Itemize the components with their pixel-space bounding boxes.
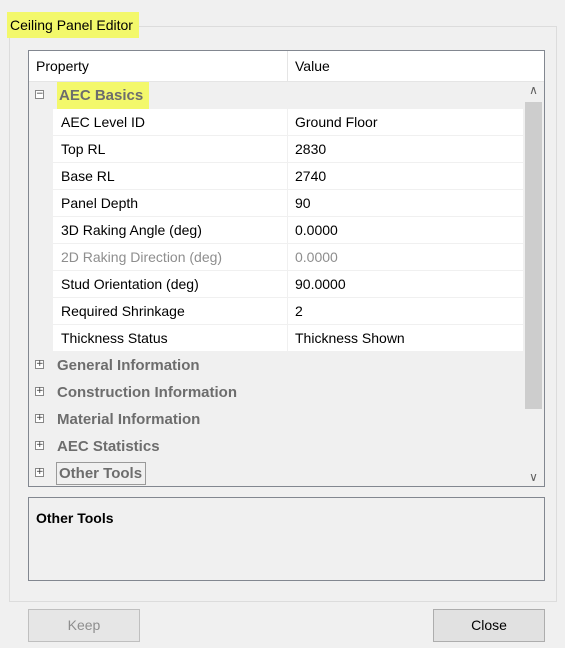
chevron-down-icon[interactable]: ∨	[523, 469, 544, 486]
property-value[interactable]: 90.0000	[288, 271, 523, 298]
category-label: AEC Basics	[57, 82, 150, 109]
expand-icon[interactable]: +	[35, 387, 44, 396]
property-name: AEC Level ID	[53, 109, 288, 136]
grid-rows: − AEC Basics AEC Level ID Ground Floor T…	[29, 82, 523, 486]
property-row[interactable]: Thickness Status Thickness Shown	[29, 325, 523, 352]
property-column-header[interactable]: Property	[29, 51, 288, 81]
property-value: 0.0000	[288, 244, 523, 271]
expand-icon[interactable]: +	[35, 414, 44, 423]
property-row[interactable]: AEC Level ID Ground Floor	[29, 109, 523, 136]
category-label: Other Tools	[56, 462, 147, 485]
property-row[interactable]: Panel Depth 90	[29, 190, 523, 217]
vertical-scrollbar[interactable]: ∧ ∨	[523, 82, 544, 486]
category-row-aec-basics[interactable]: − AEC Basics	[29, 82, 523, 109]
grid-header: Property Value	[29, 51, 544, 82]
group-title: Ceiling Panel Editor	[7, 12, 139, 38]
category-label: Construction Information	[57, 384, 237, 401]
value-column-header[interactable]: Value	[288, 51, 523, 81]
property-row[interactable]: Top RL 2830	[29, 136, 523, 163]
category-row-other-tools[interactable]: + Other Tools	[29, 460, 523, 486]
property-row[interactable]: Stud Orientation (deg) 90.0000	[29, 271, 523, 298]
property-name: 3D Raking Angle (deg)	[53, 217, 288, 244]
keep-button[interactable]: Keep	[28, 609, 140, 642]
category-row-aec-statistics[interactable]: + AEC Statistics	[29, 433, 523, 460]
property-value[interactable]: 90	[288, 190, 523, 217]
property-row[interactable]: Base RL 2740	[29, 163, 523, 190]
property-name: Stud Orientation (deg)	[53, 271, 288, 298]
property-name: Top RL	[53, 136, 288, 163]
property-value[interactable]: Thickness Shown	[288, 325, 523, 352]
property-name: Base RL	[53, 163, 288, 190]
close-button[interactable]: Close	[433, 609, 545, 642]
category-label: Material Information	[57, 411, 201, 428]
property-name: Panel Depth	[53, 190, 288, 217]
expand-icon[interactable]: +	[35, 360, 44, 369]
property-name: Required Shrinkage	[53, 298, 288, 325]
category-row-general-information[interactable]: + General Information	[29, 352, 523, 379]
property-value[interactable]: Ground Floor	[288, 109, 523, 136]
property-value[interactable]: 0.0000	[288, 217, 523, 244]
property-name: Thickness Status	[53, 325, 288, 352]
property-value[interactable]: 2740	[288, 163, 523, 190]
scrollbar-thumb[interactable]	[525, 102, 542, 409]
description-title: Other Tools	[36, 510, 114, 526]
chevron-up-icon[interactable]: ∧	[523, 82, 544, 99]
property-value[interactable]: 2830	[288, 136, 523, 163]
description-panel: Other Tools	[28, 497, 545, 581]
category-row-material-information[interactable]: + Material Information	[29, 406, 523, 433]
category-label: General Information	[57, 357, 200, 374]
property-value[interactable]: 2	[288, 298, 523, 325]
property-row[interactable]: Required Shrinkage 2	[29, 298, 523, 325]
expand-icon[interactable]: +	[35, 468, 44, 477]
expand-icon[interactable]: +	[35, 441, 44, 450]
property-row-disabled: 2D Raking Direction (deg) 0.0000	[29, 244, 523, 271]
property-name: 2D Raking Direction (deg)	[53, 244, 288, 271]
category-row-construction-information[interactable]: + Construction Information	[29, 379, 523, 406]
collapse-icon[interactable]: −	[35, 90, 44, 99]
property-grid[interactable]: Property Value − AEC Basics AEC Level ID…	[28, 50, 545, 487]
property-row[interactable]: 3D Raking Angle (deg) 0.0000	[29, 217, 523, 244]
category-label: AEC Statistics	[57, 438, 160, 455]
